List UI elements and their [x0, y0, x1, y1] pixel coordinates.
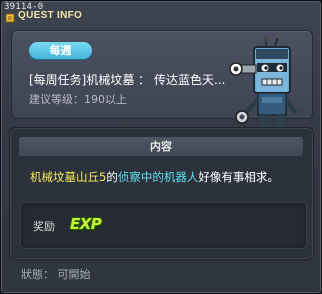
quest-detail-panel: 内容 机械坟墓山丘5的侦察中的机器人好像有事相求。 奖励 EXP [9, 127, 314, 260]
location-highlight: 机械坟墓山丘5 [30, 170, 107, 184]
quest-info-window: 39114-0 QUEST INFO 每週 [每周任务]机械坟墓 ： 传达蓝色天… [0, 0, 322, 294]
quest-scroll-icon [5, 13, 15, 23]
window-title: QUEST INFO [18, 10, 83, 21]
content-text: 好像有事相求。 [198, 170, 279, 184]
content-header: 内容 [19, 137, 303, 156]
weekly-badge: 每週 [29, 42, 92, 59]
reward-label: 奖励 [33, 220, 55, 233]
exp-icon[interactable]: EXP [70, 215, 102, 233]
quest-summary-panel: 每週 [每周任务]机械坟墓 ： 传达蓝色天... 建议等级：190以上 [11, 30, 313, 137]
npc-highlight: 侦察中的机器人 [117, 170, 199, 184]
content-description: 机械坟墓山丘5的侦察中的机器人好像有事相求。 [30, 169, 279, 185]
quest-status: 狀態： 可開始 [21, 268, 91, 281]
quest-name: [每周任务]机械坟墓 ： 传达蓝色天... [29, 73, 226, 87]
recommended-level: 建议等级：190以上 [29, 93, 127, 106]
content-text: 的 [106, 170, 118, 184]
reward-box: 奖励 EXP [20, 202, 307, 249]
robot-npc-portrait [229, 35, 298, 137]
